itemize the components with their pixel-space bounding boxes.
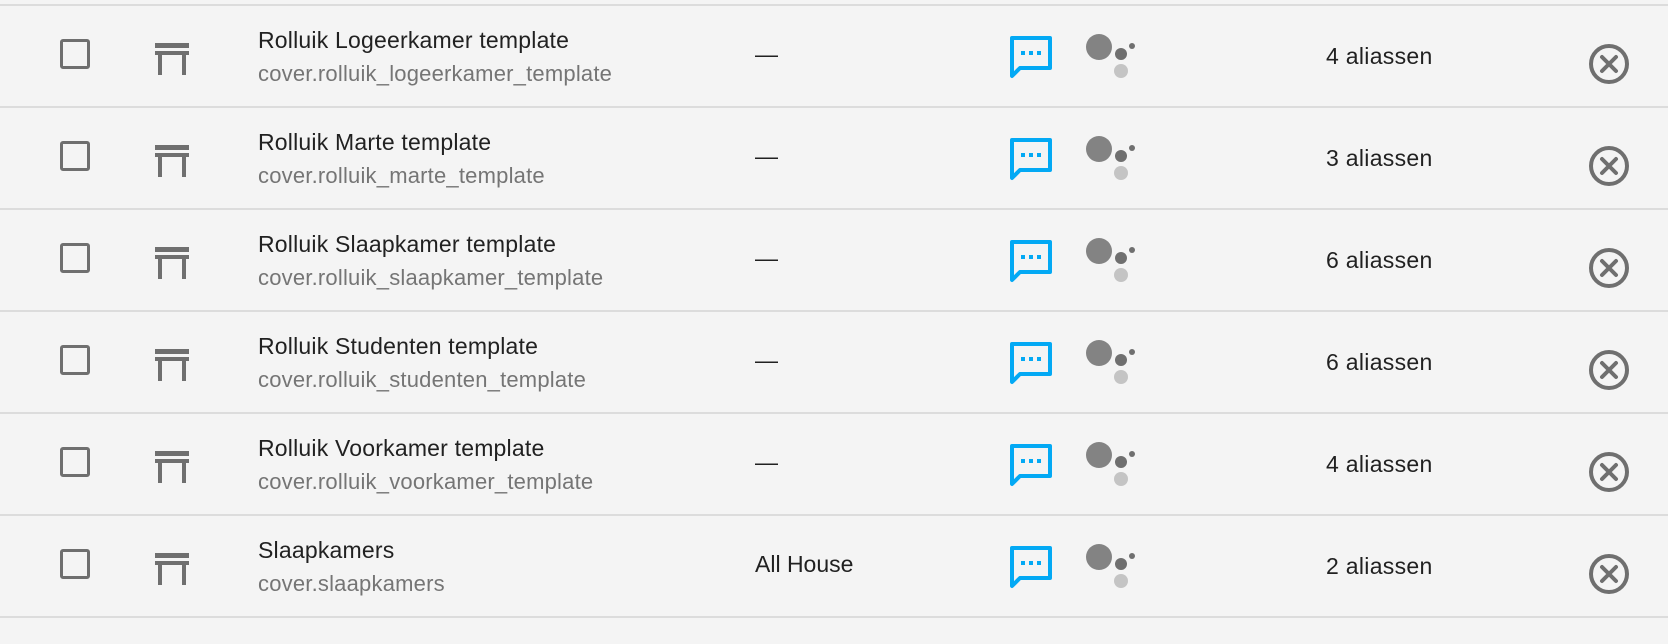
google-assistant-icon[interactable] bbox=[1084, 438, 1138, 492]
entity-id: cover.rolluik_slaapkamer_template bbox=[258, 265, 604, 290]
row-checkbox[interactable] bbox=[60, 447, 90, 477]
entity-id: cover.rolluik_logeerkamer_template bbox=[258, 61, 613, 86]
aliases-count[interactable]: 4 aliassen bbox=[1326, 42, 1433, 70]
close-circle-icon[interactable] bbox=[1587, 42, 1631, 86]
entity-area: — bbox=[755, 449, 778, 475]
close-circle-icon[interactable] bbox=[1587, 552, 1631, 596]
window-shutter-icon bbox=[155, 247, 189, 279]
google-assistant-icon[interactable] bbox=[1084, 234, 1138, 288]
google-assistant-icon[interactable] bbox=[1084, 132, 1138, 186]
assist-message-icon[interactable] bbox=[1008, 34, 1054, 80]
table-row[interactable]: Rolluik Marte template cover.rolluik_mar… bbox=[0, 108, 1668, 210]
window-shutter-icon bbox=[155, 451, 189, 483]
row-checkbox[interactable] bbox=[60, 345, 90, 375]
entity-name: Slaapkamers bbox=[258, 537, 395, 563]
entity-area: — bbox=[755, 41, 778, 67]
close-circle-icon[interactable] bbox=[1587, 246, 1631, 290]
aliases-count[interactable]: 6 aliassen bbox=[1326, 348, 1433, 376]
entity-id: cover.rolluik_marte_template bbox=[258, 163, 545, 188]
entity-name: Rolluik Marte template bbox=[258, 129, 492, 155]
close-circle-icon[interactable] bbox=[1587, 144, 1631, 188]
row-checkbox[interactable] bbox=[60, 243, 90, 273]
entity-area: — bbox=[755, 347, 778, 373]
entity-area: — bbox=[755, 143, 778, 169]
table-row[interactable]: Rolluik Slaapkamer template cover.rollui… bbox=[0, 210, 1668, 312]
table-row[interactable]: Rolluik Logeerkamer template cover.rollu… bbox=[0, 6, 1668, 108]
entity-id: cover.slaapkamers bbox=[258, 571, 445, 596]
entity-name: Rolluik Logeerkamer template bbox=[258, 27, 570, 53]
aliases-count[interactable]: 4 aliassen bbox=[1326, 450, 1433, 478]
assist-message-icon[interactable] bbox=[1008, 238, 1054, 284]
row-checkbox[interactable] bbox=[60, 39, 90, 69]
aliases-count[interactable]: 3 aliassen bbox=[1326, 144, 1433, 172]
window-shutter-icon bbox=[155, 145, 189, 177]
close-circle-icon[interactable] bbox=[1587, 348, 1631, 392]
assist-message-icon[interactable] bbox=[1008, 442, 1054, 488]
aliases-count[interactable]: 6 aliassen bbox=[1326, 246, 1433, 274]
aliases-count[interactable]: 2 aliassen bbox=[1326, 552, 1433, 580]
assist-message-icon[interactable] bbox=[1008, 340, 1054, 386]
window-shutter-icon bbox=[155, 43, 189, 75]
entity-name: Rolluik Slaapkamer template bbox=[258, 231, 557, 257]
entity-area: — bbox=[755, 245, 778, 271]
google-assistant-icon[interactable] bbox=[1084, 30, 1138, 84]
entity-name: Rolluik Voorkamer template bbox=[258, 435, 545, 461]
assist-message-icon[interactable] bbox=[1008, 544, 1054, 590]
exposed-entities-table: Rolluik Logeerkamer template cover.rollu… bbox=[0, 0, 1668, 644]
row-checkbox[interactable] bbox=[60, 549, 90, 579]
window-shutter-icon bbox=[155, 349, 189, 381]
entity-id: cover.rolluik_studenten_template bbox=[258, 367, 587, 392]
table-row[interactable]: Slaapkamers cover.slaapkamers All House … bbox=[0, 516, 1668, 618]
table-row[interactable]: Rolluik Studenten template cover.rolluik… bbox=[0, 312, 1668, 414]
entity-id: cover.rolluik_voorkamer_template bbox=[258, 469, 594, 494]
row-checkbox[interactable] bbox=[60, 141, 90, 171]
assist-message-icon[interactable] bbox=[1008, 136, 1054, 182]
entity-area: All House bbox=[755, 551, 854, 577]
table-row[interactable]: Rolluik Voorkamer template cover.rolluik… bbox=[0, 414, 1668, 516]
google-assistant-icon[interactable] bbox=[1084, 336, 1138, 390]
window-shutter-icon bbox=[155, 553, 189, 585]
close-circle-icon[interactable] bbox=[1587, 450, 1631, 494]
google-assistant-icon[interactable] bbox=[1084, 540, 1138, 594]
entity-name: Rolluik Studenten template bbox=[258, 333, 539, 359]
